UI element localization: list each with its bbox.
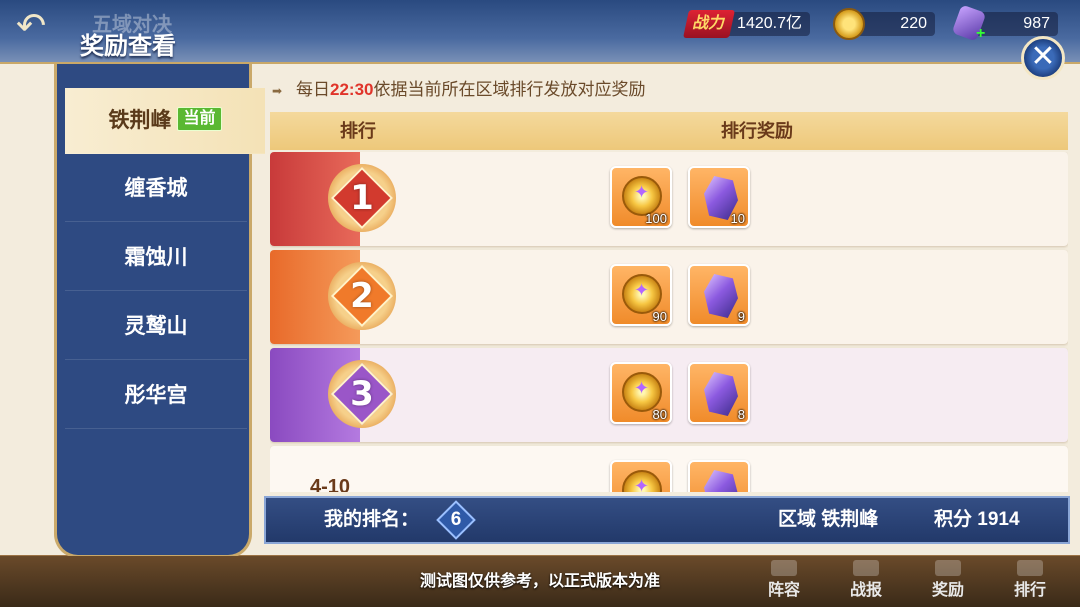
rank-number: 3: [350, 374, 374, 414]
nav-rewards[interactable]: 奖励: [918, 560, 978, 604]
top-bar: ↶ 五域对决 奖励查看 战力 1420.7亿 220 + 987: [0, 0, 1080, 64]
sidebar-item-tonghuagong[interactable]: 彤华宫: [65, 363, 247, 429]
gold-value: 220: [900, 15, 927, 32]
my-rank-label: 我的排名：: [324, 509, 420, 530]
nav-ranking[interactable]: 排行: [1000, 560, 1060, 604]
reward-quantity: 100: [645, 211, 667, 226]
add-gem-icon[interactable]: +: [976, 22, 985, 46]
sidebar-item-label: 彤华宫: [124, 384, 188, 407]
gold-coin-reward[interactable]: [610, 460, 672, 492]
reward-list[interactable]: 1 100 10 2: [270, 152, 1068, 492]
page-title: 奖励查看: [80, 33, 176, 60]
crystal-icon: [704, 470, 738, 492]
crystal-reward[interactable]: [688, 460, 750, 492]
my-rank-bar: 我的排名： 6 区域 铁荆峰 积分 1914: [264, 496, 1070, 544]
gold-currency[interactable]: 220: [833, 8, 935, 40]
sidebar-item-label: 铁荆峰: [108, 109, 172, 132]
rank-number: 2: [350, 276, 374, 316]
crystal-icon: [704, 274, 738, 318]
crystal-reward[interactable]: 9: [688, 264, 750, 326]
gold-coin-reward[interactable]: 80: [610, 362, 672, 424]
my-region: 区域 铁荆峰: [778, 509, 879, 530]
nav-label: 阵容: [767, 582, 800, 599]
gold-coin-icon: [622, 176, 662, 216]
notice-suffix: 依据当前所在区域排行发放对应奖励: [373, 80, 646, 99]
table-row: 2 90 9: [270, 250, 1068, 344]
reward-quantity: 8: [737, 407, 745, 422]
reward-notice: ➡ 每日22:30依据当前所在区域排行发放对应奖励: [272, 78, 645, 102]
reward-quantity: 9: [737, 309, 745, 324]
reward-quantity: 90: [652, 309, 667, 324]
gold-coin-icon: [833, 8, 865, 40]
nav-battle-report[interactable]: 战报: [836, 560, 896, 604]
gold-coin-reward[interactable]: 90: [610, 264, 672, 326]
notice-prefix: 每日: [296, 80, 330, 99]
rank-number: 1: [350, 178, 374, 218]
rewards-icon: [935, 560, 961, 576]
sidebar-item-tiejingfeng[interactable]: 铁荆峰 当前: [65, 88, 265, 154]
gem-currency[interactable]: + 987: [951, 4, 1058, 42]
nav-label: 奖励: [931, 582, 964, 599]
my-score: 积分 1914: [934, 509, 1020, 530]
my-rank-value: 6: [450, 509, 462, 530]
gold-coin-icon: [622, 274, 662, 314]
gold-coin-icon: [622, 470, 662, 492]
gold-coin-icon: [622, 372, 662, 412]
table-row: 4-10: [270, 446, 1068, 492]
rank-medal: 3: [328, 360, 396, 428]
arrow-icon: ➡: [272, 84, 283, 98]
lineup-icon: [771, 560, 797, 576]
bottom-bar: 测试图仅供参考，以正式版本为准 阵容 战报 奖励 排行: [0, 556, 1080, 607]
battle-report-icon: [853, 560, 879, 576]
sidebar-item-shuangshichuan[interactable]: 霜蚀川: [65, 225, 247, 291]
table-row: 1 100 10: [270, 152, 1068, 246]
table-header: 排行 排行奖励: [270, 112, 1068, 150]
sidebar-item-label: 霜蚀川: [124, 246, 188, 269]
reward-content: ➡ 每日22:30依据当前所在区域排行发放对应奖励 排行 排行奖励 1 100: [258, 68, 1070, 552]
notice-time: 22:30: [330, 80, 374, 99]
rank-column-header: 排行: [340, 121, 376, 141]
nav-lineup[interactable]: 阵容: [754, 560, 814, 604]
region-sidebar: 铁荆峰 当前 缠香城 霜蚀川 灵鹫山 彤华宫: [54, 64, 265, 558]
combat-power-value: 1420.7亿: [737, 15, 802, 32]
crystal-icon: [704, 372, 738, 416]
nav-label: 排行: [1013, 582, 1046, 599]
rank-medal: 1: [328, 164, 396, 232]
rank-medal: 2: [328, 262, 396, 330]
gold-coin-reward[interactable]: 100: [610, 166, 672, 228]
sidebar-item-label: 缠香城: [124, 177, 188, 200]
close-button[interactable]: ✕: [1021, 36, 1065, 80]
combat-power-display: 战力 1420.7亿: [683, 10, 810, 38]
reward-panel: 铁荆峰 当前 缠香城 霜蚀川 灵鹫山 彤华宫 ➡ 每日22:30依据当前所在区域排行…: [0, 62, 1080, 558]
crystal-reward[interactable]: 10: [688, 166, 750, 228]
sidebar-item-label: 灵鹫山: [124, 315, 188, 338]
nav-label: 战报: [849, 582, 882, 599]
crystal-reward[interactable]: 8: [688, 362, 750, 424]
back-icon[interactable]: ↶: [16, 6, 66, 50]
rank-range-label: 4-10: [310, 476, 351, 492]
gem-value: 987: [1023, 15, 1050, 32]
reward-column-header: 排行奖励: [721, 121, 793, 141]
ranking-icon: [1017, 560, 1043, 576]
sidebar-item-lingjiushan[interactable]: 灵鹫山: [65, 294, 247, 360]
reward-quantity: 80: [652, 407, 667, 422]
sidebar-item-chanxiangcheng[interactable]: 缠香城: [65, 156, 247, 222]
reward-quantity: 10: [730, 211, 745, 226]
current-badge: 当前: [177, 107, 222, 132]
combat-power-label: 战力: [683, 10, 735, 38]
table-row: 3 80 8: [270, 348, 1068, 442]
